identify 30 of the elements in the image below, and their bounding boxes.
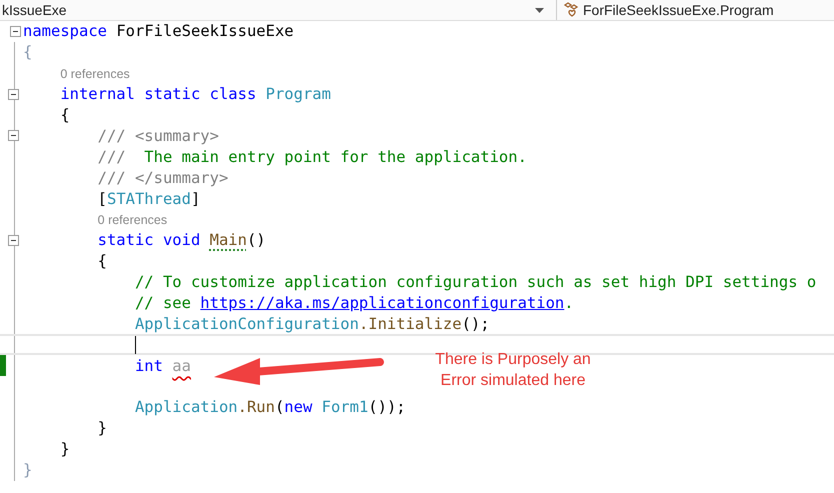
annotation-text: There is Purposely an Error simulated here xyxy=(434,350,592,391)
type-dropdown[interactable]: kIssueExe xyxy=(0,0,557,20)
code-line: Application.Run(new Form1()); xyxy=(134,397,406,418)
code-line: { xyxy=(98,251,107,272)
class-icon xyxy=(563,2,581,18)
code-line: static void Main() xyxy=(98,230,266,250)
code-line: [STAThread] xyxy=(98,188,200,209)
member-dropdown[interactable]: ForFileSeekIssueExe.Program xyxy=(557,0,834,20)
code-line: } xyxy=(60,439,70,460)
collapse-icon[interactable] xyxy=(8,88,18,100)
code-line: { xyxy=(60,105,70,125)
code-line: { xyxy=(23,42,32,62)
code-line: /// </summary> xyxy=(98,168,228,188)
reference-count[interactable]: 0 references xyxy=(60,62,130,84)
code-line: /// <summary> xyxy=(98,126,219,146)
code-line: int aa xyxy=(134,356,191,376)
collapse-icon[interactable] xyxy=(8,234,18,246)
reference-count[interactable]: 0 references xyxy=(98,208,168,230)
collapse-icon[interactable] xyxy=(10,26,21,37)
code-line: /// The main entry point for the application. xyxy=(98,146,527,167)
code-line: namespace ForFileSeekIssueExe xyxy=(23,21,294,42)
link[interactable]: https://aka.ms/applicationconfiguration xyxy=(200,294,564,312)
code-line: ApplicationConfiguration.Initialize(); xyxy=(134,314,490,334)
code-line: internal static class Program xyxy=(60,84,331,104)
code-line: } xyxy=(23,460,32,480)
code-line: } xyxy=(98,418,107,438)
code-line: // To customize application configuration such as set high DPI settings o xyxy=(134,272,816,292)
collapse-icon[interactable] xyxy=(8,130,18,142)
caret-icon xyxy=(535,8,544,12)
code-line: // see https://aka.ms/applicationconfiguration. xyxy=(134,293,574,314)
